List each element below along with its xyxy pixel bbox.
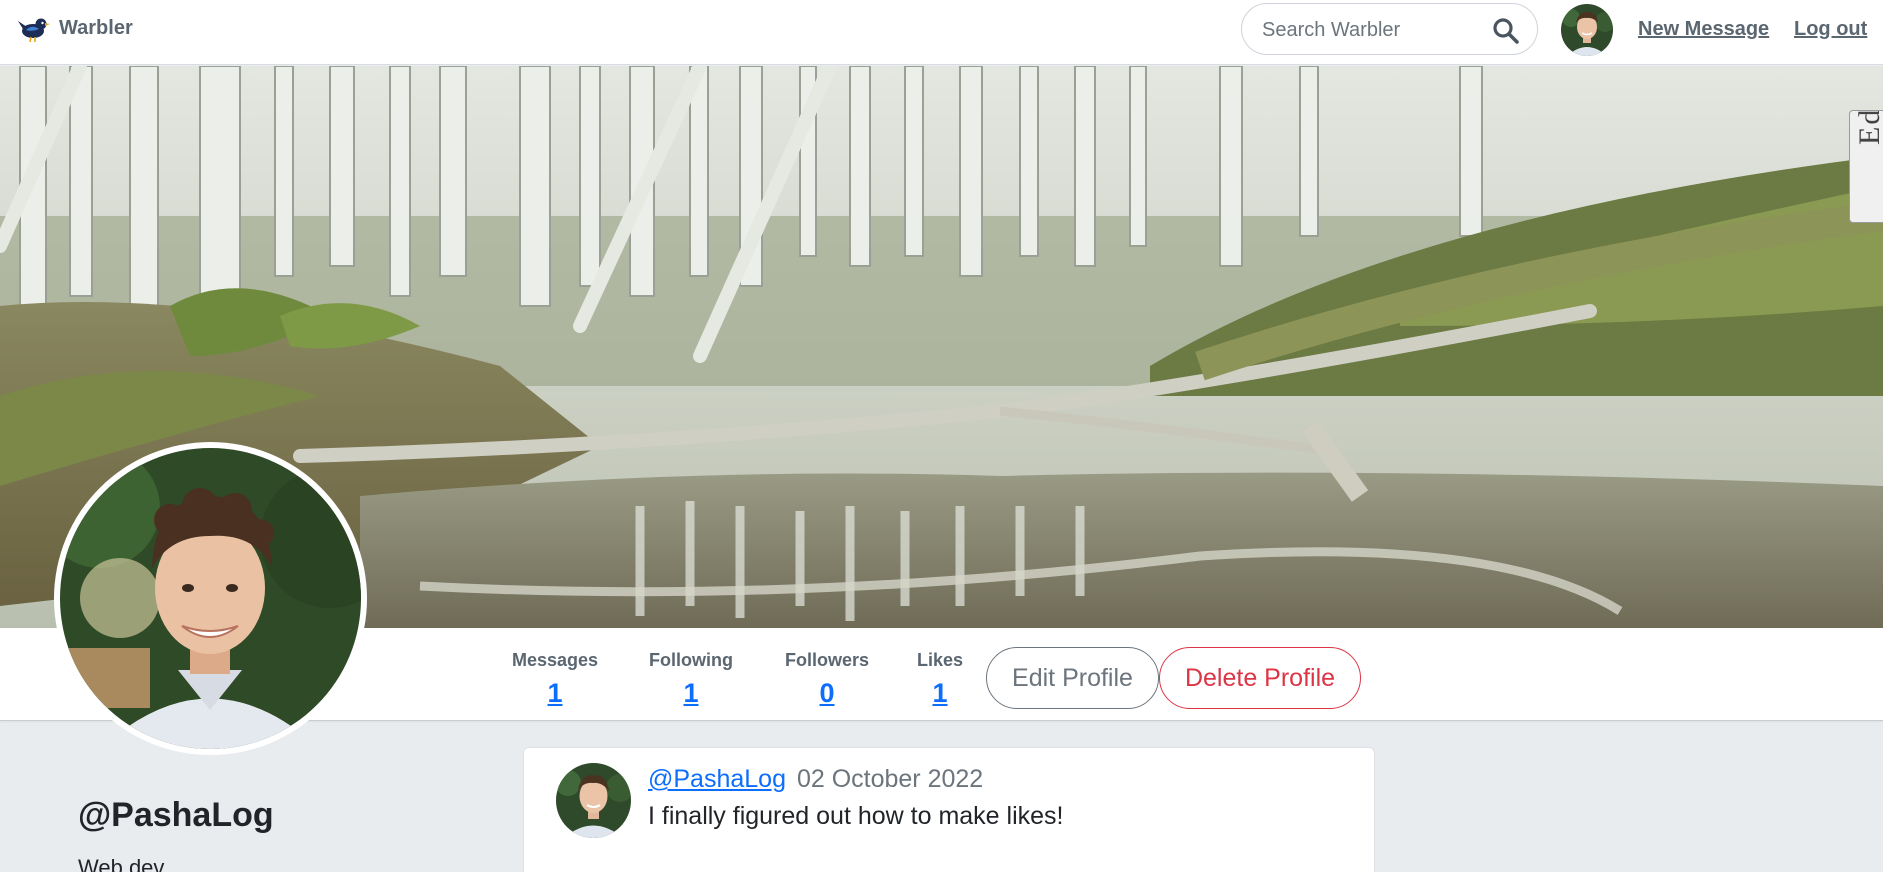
stat-following: Following 1 bbox=[646, 650, 736, 709]
message-author-avatar[interactable] bbox=[556, 763, 631, 838]
message-card: @PashaLog 02 October 2022 I finally figu… bbox=[523, 747, 1375, 872]
stat-likes: Likes 1 bbox=[916, 650, 964, 709]
new-message-link[interactable]: New Message bbox=[1638, 18, 1769, 41]
profile-username: @PashaLog bbox=[78, 796, 274, 834]
navbar: Warbler New Message Log out bbox=[0, 0, 1883, 65]
stat-label: Messages bbox=[512, 650, 599, 670]
likes-count-link[interactable]: 1 bbox=[916, 678, 964, 709]
message-header: @PashaLog 02 October 2022 bbox=[648, 765, 983, 794]
bird-icon bbox=[18, 18, 50, 43]
stat-messages: Messages 1 bbox=[512, 650, 598, 709]
edit-tab[interactable]: Edit bbox=[1849, 110, 1883, 223]
profile-photo bbox=[60, 448, 361, 749]
stat-followers: Followers 0 bbox=[783, 650, 871, 709]
search-icon[interactable] bbox=[1492, 17, 1519, 44]
stat-label: Likes bbox=[916, 650, 964, 670]
search-box bbox=[1241, 3, 1538, 55]
profile-avatar bbox=[54, 442, 367, 755]
edit-profile-button[interactable]: Edit Profile bbox=[986, 647, 1159, 709]
stat-label: Followers bbox=[784, 650, 869, 670]
nav-user-avatar[interactable] bbox=[1561, 4, 1613, 56]
delete-profile-button[interactable]: Delete Profile bbox=[1159, 647, 1361, 709]
message-date: 02 October 2022 bbox=[796, 765, 984, 793]
logout-link[interactable]: Log out bbox=[1794, 18, 1867, 41]
edit-tab-label: Edit bbox=[1853, 110, 1883, 145]
following-count-link[interactable]: 1 bbox=[646, 678, 736, 709]
messages-count-link[interactable]: 1 bbox=[512, 678, 598, 709]
followers-count-link[interactable]: 0 bbox=[783, 678, 871, 709]
message-text: I finally figured out how to make likes! bbox=[648, 802, 1064, 830]
profile-bio: Web dev bbox=[78, 855, 165, 872]
brand-link[interactable]: Warbler bbox=[18, 13, 133, 43]
search-input[interactable] bbox=[1262, 16, 1492, 44]
brand-name: Warbler bbox=[59, 16, 133, 39]
stat-label: Following bbox=[649, 650, 733, 670]
message-author-link[interactable]: @PashaLog bbox=[648, 765, 786, 793]
